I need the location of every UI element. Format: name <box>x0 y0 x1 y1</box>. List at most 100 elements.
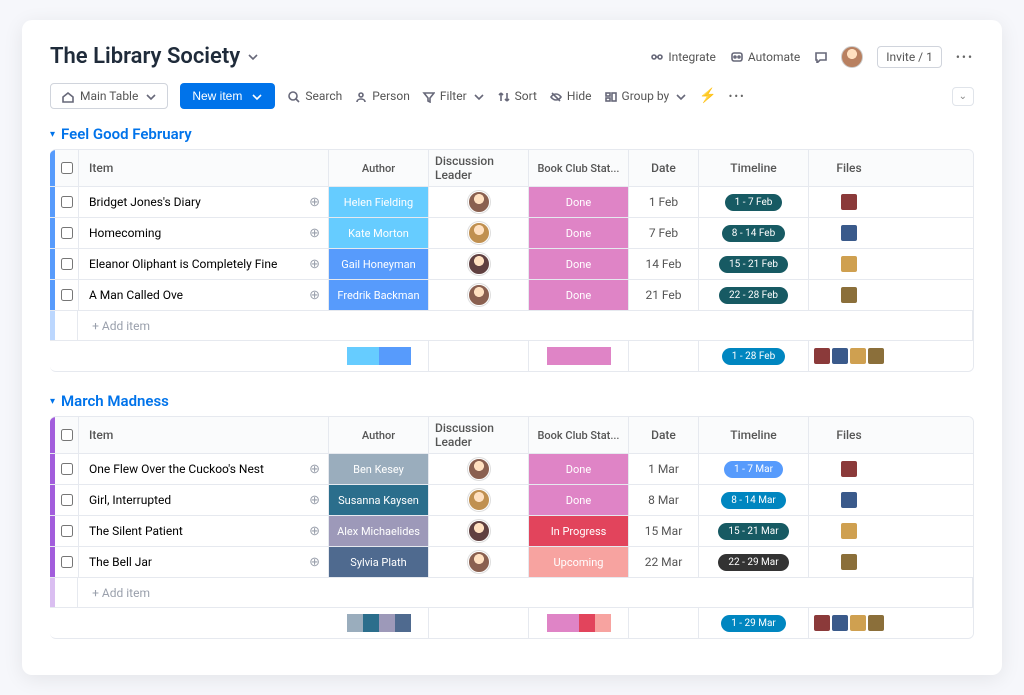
status-cell[interactable]: Done <box>529 218 629 248</box>
row-checkbox[interactable] <box>55 485 79 515</box>
group-header[interactable]: ▾Feel Good February <box>50 125 974 143</box>
timeline-cell[interactable]: 22 - 29 Mar <box>699 547 809 577</box>
search-button[interactable]: Search <box>287 89 342 103</box>
invite-button[interactable]: Invite / 1 <box>877 46 942 68</box>
table-row[interactable]: Bridget Jones's Diary⊕Helen FieldingDone… <box>50 187 973 218</box>
leader-cell[interactable] <box>429 547 529 577</box>
author-cell[interactable]: Susanna Kaysen <box>329 485 429 515</box>
status-cell[interactable]: In Progress <box>529 516 629 546</box>
col-author[interactable]: Author <box>329 150 429 186</box>
col-files[interactable]: Files <box>809 417 889 453</box>
groupby-button[interactable]: Group by <box>604 89 688 103</box>
status-cell[interactable]: Done <box>529 454 629 484</box>
author-cell[interactable]: Gail Honeyman <box>329 249 429 279</box>
add-item-row[interactable]: + Add item <box>50 311 973 341</box>
col-leader[interactable]: Discussion Leader <box>429 417 529 453</box>
timeline-cell[interactable]: 1 - 7 Mar <box>699 454 809 484</box>
author-cell[interactable]: Sylvia Plath <box>329 547 429 577</box>
col-item[interactable]: Item <box>79 417 329 453</box>
conversation-icon[interactable]: ⊕ <box>309 462 320 477</box>
timeline-cell[interactable]: 1 - 7 Feb <box>699 187 809 217</box>
date-cell[interactable]: 8 Mar <box>629 485 699 515</box>
files-cell[interactable] <box>809 218 889 248</box>
status-cell[interactable]: Done <box>529 280 629 310</box>
select-all[interactable] <box>55 417 79 453</box>
collapse-toggle[interactable]: ⌄ <box>952 87 974 106</box>
files-cell[interactable] <box>809 280 889 310</box>
author-cell[interactable]: Helen Fielding <box>329 187 429 217</box>
timeline-cell[interactable]: 15 - 21 Mar <box>699 516 809 546</box>
conversation-icon[interactable]: ⊕ <box>309 195 320 210</box>
row-checkbox[interactable] <box>55 516 79 546</box>
col-files[interactable]: Files <box>809 150 889 186</box>
item-cell[interactable]: The Silent Patient⊕ <box>79 516 329 546</box>
status-cell[interactable]: Done <box>529 485 629 515</box>
item-cell[interactable]: Homecoming⊕ <box>79 218 329 248</box>
leader-cell[interactable] <box>429 249 529 279</box>
col-timeline[interactable]: Timeline <box>699 150 809 186</box>
timeline-cell[interactable]: 8 - 14 Mar <box>699 485 809 515</box>
author-cell[interactable]: Fredrik Backman <box>329 280 429 310</box>
files-cell[interactable] <box>809 187 889 217</box>
conversation-icon[interactable]: ⊕ <box>309 288 320 303</box>
new-item-button[interactable]: New item <box>180 83 275 109</box>
status-cell[interactable]: Upcoming <box>529 547 629 577</box>
col-date[interactable]: Date <box>629 417 699 453</box>
row-checkbox[interactable] <box>55 187 79 217</box>
select-all[interactable] <box>55 150 79 186</box>
date-cell[interactable]: 22 Mar <box>629 547 699 577</box>
files-cell[interactable] <box>809 454 889 484</box>
user-avatar[interactable] <box>841 46 863 68</box>
col-item[interactable]: Item <box>79 150 329 186</box>
author-cell[interactable]: Kate Morton <box>329 218 429 248</box>
add-item-label[interactable]: + Add item <box>78 578 973 607</box>
add-item-row[interactable]: + Add item <box>50 578 973 608</box>
sort-button[interactable]: Sort <box>497 89 537 103</box>
table-row[interactable]: A Man Called Ove⊕Fredrik Backman Done21 F… <box>50 280 973 311</box>
leader-cell[interactable] <box>429 454 529 484</box>
table-row[interactable]: The Silent Patient⊕Alex Michaelides In Pr… <box>50 516 973 547</box>
leader-cell[interactable] <box>429 218 529 248</box>
integrate-button[interactable]: Integrate <box>650 50 716 64</box>
timeline-cell[interactable]: 8 - 14 Feb <box>699 218 809 248</box>
leader-cell[interactable] <box>429 280 529 310</box>
col-timeline[interactable]: Timeline <box>699 417 809 453</box>
col-status[interactable]: Book Club Stat... <box>529 417 629 453</box>
conversation-icon[interactable]: ⊕ <box>309 493 320 508</box>
date-cell[interactable]: 14 Feb <box>629 249 699 279</box>
item-cell[interactable]: A Man Called Ove⊕ <box>79 280 329 310</box>
leader-cell[interactable] <box>429 187 529 217</box>
date-cell[interactable]: 21 Feb <box>629 280 699 310</box>
conversation-icon[interactable]: ⊕ <box>309 555 320 570</box>
row-checkbox[interactable] <box>55 547 79 577</box>
more-menu[interactable]: ••• <box>956 50 974 64</box>
date-cell[interactable]: 1 Feb <box>629 187 699 217</box>
row-checkbox[interactable] <box>55 280 79 310</box>
table-row[interactable]: One Flew Over the Cuckoo's Nest⊕Ben Kese… <box>50 454 973 485</box>
status-cell[interactable]: Done <box>529 187 629 217</box>
col-date[interactable]: Date <box>629 150 699 186</box>
date-cell[interactable]: 7 Feb <box>629 218 699 248</box>
author-cell[interactable]: Ben Kesey <box>329 454 429 484</box>
conversation-icon[interactable]: ⊕ <box>309 524 320 539</box>
ai-icon[interactable]: ⚡ <box>699 88 716 104</box>
timeline-cell[interactable]: 15 - 21 Feb <box>699 249 809 279</box>
author-cell[interactable]: Alex Michaelides <box>329 516 429 546</box>
table-row[interactable]: The Bell Jar⊕Sylvia PlathUpcoming22 Mar2… <box>50 547 973 578</box>
table-row[interactable]: Eleanor Oliphant is Completely Fine⊕Gail… <box>50 249 973 280</box>
col-status[interactable]: Book Club Stat... <box>529 150 629 186</box>
files-cell[interactable] <box>809 516 889 546</box>
chat-button[interactable] <box>814 50 827 63</box>
automate-button[interactable]: Automate <box>730 50 800 64</box>
leader-cell[interactable] <box>429 485 529 515</box>
files-cell[interactable] <box>809 249 889 279</box>
board-title-wrap[interactable]: The Library Society <box>50 44 259 69</box>
group-header[interactable]: ▾March Madness <box>50 392 974 410</box>
filter-button[interactable]: Filter <box>422 89 485 103</box>
files-cell[interactable] <box>809 485 889 515</box>
table-row[interactable]: Girl, Interrupted⊕Susanna KaysenDone8 Ma… <box>50 485 973 516</box>
add-item-label[interactable]: + Add item <box>78 311 973 340</box>
date-cell[interactable]: 1 Mar <box>629 454 699 484</box>
view-selector[interactable]: Main Table <box>50 83 168 109</box>
row-checkbox[interactable] <box>55 249 79 279</box>
